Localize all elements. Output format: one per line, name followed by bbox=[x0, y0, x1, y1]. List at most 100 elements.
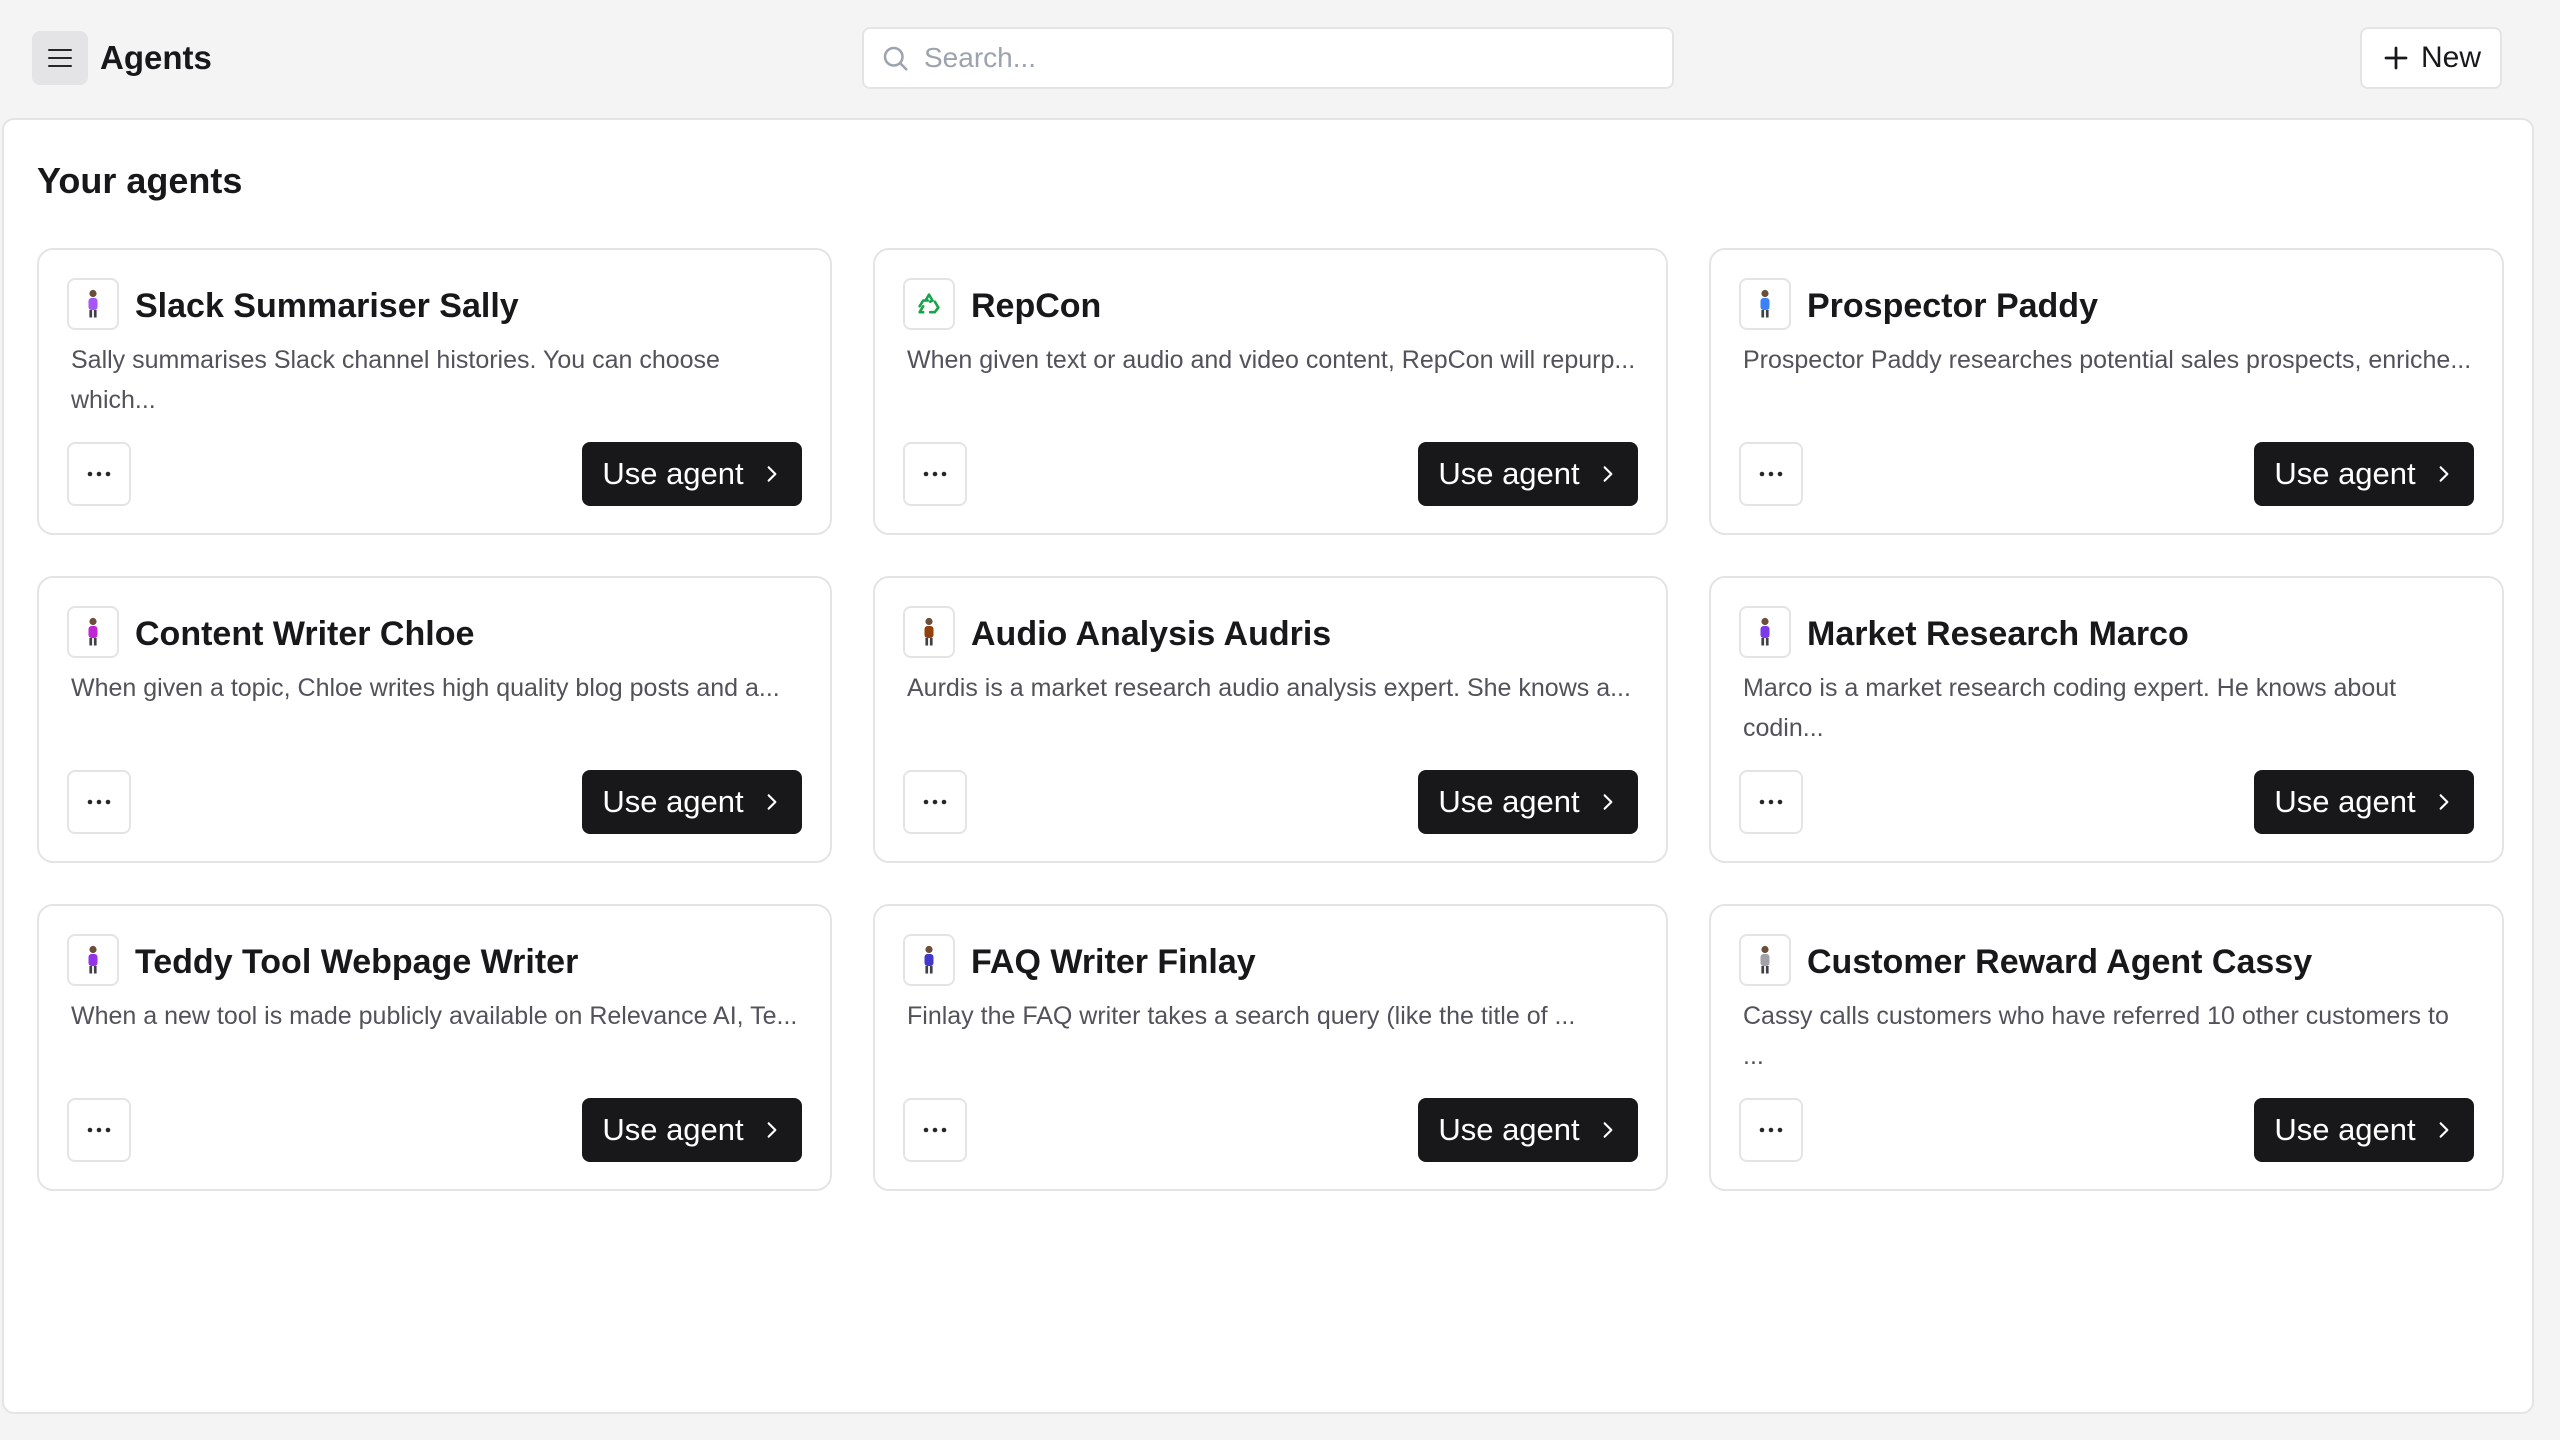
person-figure-icon bbox=[918, 945, 940, 975]
agent-description: Aurdis is a market research audio analys… bbox=[907, 674, 1631, 702]
agent-name: RepCon bbox=[971, 287, 1102, 325]
ellipsis-icon bbox=[87, 1127, 111, 1133]
ellipsis-icon bbox=[1759, 471, 1783, 477]
page-title: Agents bbox=[100, 39, 212, 76]
use-agent-button[interactable]: Use agent bbox=[582, 1098, 802, 1162]
ellipsis-icon bbox=[923, 471, 947, 477]
ellipsis-icon bbox=[87, 799, 111, 805]
agent-avatar bbox=[903, 278, 955, 330]
use-agent-label: Use agent bbox=[1438, 784, 1580, 819]
chevron-right-icon bbox=[2439, 466, 2449, 482]
use-agent-button[interactable]: Use agent bbox=[1418, 442, 1638, 506]
chevron-right-icon bbox=[767, 466, 777, 482]
more-options-button[interactable] bbox=[67, 442, 131, 506]
agent-card[interactable]: Teddy Tool Webpage Writer When a new tool… bbox=[37, 904, 832, 1191]
menu-button[interactable] bbox=[32, 31, 88, 85]
agent-avatar bbox=[67, 934, 119, 986]
chevron-right-icon bbox=[1603, 1122, 1613, 1138]
agent-avatar bbox=[67, 606, 119, 658]
use-agent-label: Use agent bbox=[2274, 1112, 2416, 1147]
agent-description: When given text or audio and video conte… bbox=[907, 346, 1636, 374]
use-agent-button[interactable]: Use agent bbox=[582, 770, 802, 834]
agent-card[interactable]: Market Research Marco Marco is a market r… bbox=[1709, 576, 2504, 863]
agent-card[interactable]: RepCon When given text or audio and video… bbox=[873, 248, 1668, 535]
main-panel: Your agents Slack Summariser Sally Sally … bbox=[2, 118, 2534, 1414]
section-title: Your agents bbox=[37, 160, 243, 201]
chevron-right-icon bbox=[767, 1122, 777, 1138]
person-figure-icon bbox=[1754, 289, 1776, 319]
chevron-right-icon bbox=[1603, 466, 1613, 482]
more-options-button[interactable] bbox=[903, 770, 967, 834]
use-agent-button[interactable]: Use agent bbox=[1418, 1098, 1638, 1162]
person-figure-icon bbox=[1754, 617, 1776, 647]
agent-description: Sally summarises Slack channel histories… bbox=[71, 346, 720, 414]
agent-avatar bbox=[903, 934, 955, 986]
more-options-button[interactable] bbox=[903, 442, 967, 506]
use-agent-button[interactable]: Use agent bbox=[2254, 442, 2474, 506]
chevron-right-icon bbox=[2439, 1122, 2449, 1138]
agent-name: Market Research Marco bbox=[1807, 615, 2189, 653]
more-options-button[interactable] bbox=[1739, 770, 1803, 834]
use-agent-label: Use agent bbox=[2274, 456, 2416, 491]
more-options-button[interactable] bbox=[1739, 442, 1803, 506]
top-bar: Agents New bbox=[0, 0, 2560, 116]
agent-name: Customer Reward Agent Cassy bbox=[1807, 943, 2313, 981]
use-agent-label: Use agent bbox=[1438, 1112, 1580, 1147]
person-figure-icon bbox=[1754, 945, 1776, 975]
use-agent-label: Use agent bbox=[602, 1112, 744, 1147]
ellipsis-icon bbox=[87, 471, 111, 477]
search-input[interactable] bbox=[924, 42, 1624, 74]
agent-grid: Slack Summariser Sally Sally summarises S… bbox=[37, 248, 2504, 1191]
agent-card[interactable]: Slack Summariser Sally Sally summarises S… bbox=[37, 248, 832, 535]
chevron-right-icon bbox=[2439, 794, 2449, 810]
more-options-button[interactable] bbox=[1739, 1098, 1803, 1162]
ellipsis-icon bbox=[1759, 1127, 1783, 1133]
agent-name: Audio Analysis Audris bbox=[971, 615, 1332, 653]
use-agent-label: Use agent bbox=[1438, 456, 1580, 491]
more-options-button[interactable] bbox=[67, 1098, 131, 1162]
agent-card[interactable]: FAQ Writer Finlay Finlay the FAQ writer t… bbox=[873, 904, 1668, 1191]
agent-card[interactable]: Audio Analysis Audris Aurdis is a market … bbox=[873, 576, 1668, 863]
agent-description: When given a topic, Chloe writes high qu… bbox=[71, 674, 780, 702]
new-agent-label: New bbox=[2420, 41, 2481, 74]
agent-avatar bbox=[1739, 606, 1791, 658]
use-agent-button[interactable]: Use agent bbox=[2254, 1098, 2474, 1162]
use-agent-label: Use agent bbox=[602, 784, 744, 819]
search-box[interactable] bbox=[862, 27, 1674, 89]
agent-description: Cassy calls customers who have referred … bbox=[1743, 1002, 2449, 1070]
person-figure-icon bbox=[82, 945, 104, 975]
agent-card[interactable]: Customer Reward Agent Cassy Cassy calls c… bbox=[1709, 904, 2504, 1191]
chevron-right-icon bbox=[1603, 794, 1613, 810]
agent-description: When a new tool is made publicly availab… bbox=[71, 1002, 798, 1030]
agent-name: Teddy Tool Webpage Writer bbox=[135, 943, 579, 981]
use-agent-button[interactable]: Use agent bbox=[1418, 770, 1638, 834]
more-options-button[interactable] bbox=[67, 770, 131, 834]
new-agent-button[interactable]: New bbox=[2360, 27, 2502, 89]
agent-description: Prospector Paddy researches potential sa… bbox=[1743, 346, 2472, 374]
agent-avatar bbox=[903, 606, 955, 658]
agent-avatar bbox=[1739, 278, 1791, 330]
agent-avatar bbox=[67, 278, 119, 330]
agent-name: Prospector Paddy bbox=[1807, 287, 2098, 325]
chevron-right-icon bbox=[767, 794, 777, 810]
use-agent-button[interactable]: Use agent bbox=[2254, 770, 2474, 834]
use-agent-label: Use agent bbox=[602, 456, 744, 491]
agent-card[interactable]: Prospector Paddy Prospector Paddy researc… bbox=[1709, 248, 2504, 535]
use-agent-label: Use agent bbox=[2274, 784, 2416, 819]
use-agent-button[interactable]: Use agent bbox=[582, 442, 802, 506]
recycle-icon bbox=[915, 290, 943, 318]
agent-description: Finlay the FAQ writer takes a search que… bbox=[907, 1002, 1576, 1030]
agent-name: Slack Summariser Sally bbox=[135, 287, 519, 325]
agent-name: Content Writer Chloe bbox=[135, 615, 475, 653]
ellipsis-icon bbox=[923, 799, 947, 805]
agent-card[interactable]: Content Writer Chloe When given a topic, … bbox=[37, 576, 832, 863]
person-figure-icon bbox=[82, 289, 104, 319]
ellipsis-icon bbox=[1759, 799, 1783, 805]
search-icon bbox=[883, 46, 908, 71]
agent-description: Marco is a market research coding expert… bbox=[1743, 674, 2397, 742]
agent-avatar bbox=[1739, 934, 1791, 986]
plus-icon bbox=[2384, 46, 2408, 70]
more-options-button[interactable] bbox=[903, 1098, 967, 1162]
hamburger-icon bbox=[48, 49, 72, 67]
ellipsis-icon bbox=[923, 1127, 947, 1133]
